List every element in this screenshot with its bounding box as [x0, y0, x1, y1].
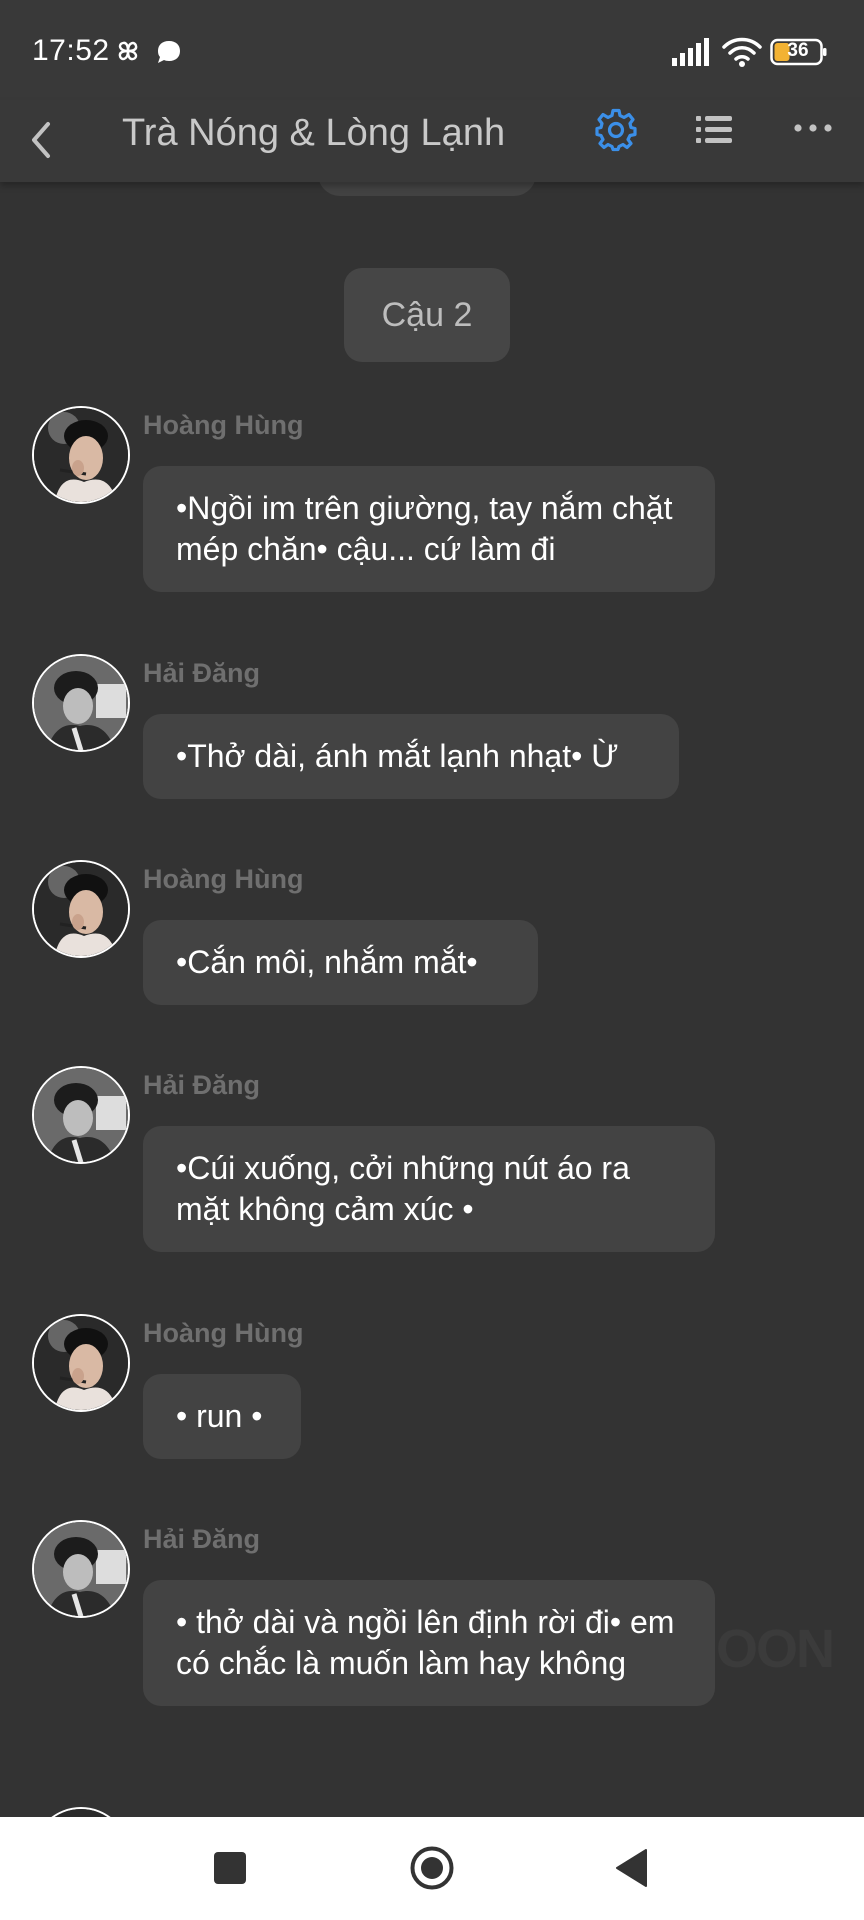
next-message-avatar[interactable]	[32, 1807, 130, 1817]
chat-bubble-icon	[155, 38, 183, 71]
chat-content[interactable]: Cậu 2 Hoàng Hùng •Ngồi im trên giường, t…	[0, 182, 864, 1817]
square-icon[interactable]	[213, 1851, 247, 1885]
sender-name: Hoàng Hùng	[143, 410, 304, 440]
hai-dang-avatar[interactable]	[32, 1520, 130, 1618]
page-title: Trà Nóng & Lòng Lạnh	[122, 112, 506, 154]
gear-icon[interactable]	[594, 108, 638, 152]
wifi-icon	[722, 36, 762, 73]
pinwheel-icon	[113, 36, 143, 71]
hoang-hung-avatar[interactable]	[32, 406, 130, 504]
chapter-label: Cậu 2	[344, 268, 510, 362]
status-bar: 17:52 36	[0, 0, 864, 100]
system-nav-bar	[0, 1817, 864, 1920]
hoang-hung-avatar[interactable]	[32, 860, 130, 958]
message-bubble[interactable]: •Cúi xuống, cởi những nút áo ra mặt khôn…	[143, 1126, 715, 1252]
sender-name: Hoàng Hùng	[143, 1318, 304, 1348]
circle-icon[interactable]	[409, 1845, 455, 1891]
battery-level: 36	[787, 40, 809, 61]
message-bubble[interactable]: •Ngồi im trên giường, tay nắm chặt mép c…	[143, 466, 715, 592]
more-dots-icon[interactable]	[792, 120, 836, 136]
status-time: 17:52	[32, 34, 110, 67]
message-bubble[interactable]: • run •	[143, 1374, 301, 1459]
back-chevron-icon[interactable]	[18, 110, 68, 170]
hai-dang-avatar[interactable]	[32, 654, 130, 752]
sender-name: Hải Đăng	[143, 658, 261, 688]
sender-name: Hải Đăng	[143, 1070, 261, 1100]
watermark-text: OON	[716, 1619, 835, 1679]
message-bubble[interactable]: •Thở dài, ánh mắt lạnh nhạt• Ừ	[143, 714, 679, 799]
list-icon[interactable]	[694, 112, 738, 148]
triangle-back-icon[interactable]	[614, 1848, 648, 1888]
message-bubble[interactable]: • thở dài và ngồi lên định rời đi• em có…	[143, 1580, 715, 1706]
sender-name: Hoàng Hùng	[143, 864, 304, 894]
hoang-hung-avatar[interactable]	[32, 1314, 130, 1412]
sender-name: Hải Đăng	[143, 1524, 261, 1554]
app-bar: Trà Nóng & Lòng Lạnh	[0, 100, 864, 182]
hai-dang-avatar[interactable]	[32, 1066, 130, 1164]
battery-icon: 36	[770, 38, 828, 71]
previous-chapter-pill	[318, 182, 536, 196]
message-bubble[interactable]: •Cắn môi, nhắm mắt•	[143, 920, 538, 1005]
signal-bars-icon	[672, 38, 712, 71]
